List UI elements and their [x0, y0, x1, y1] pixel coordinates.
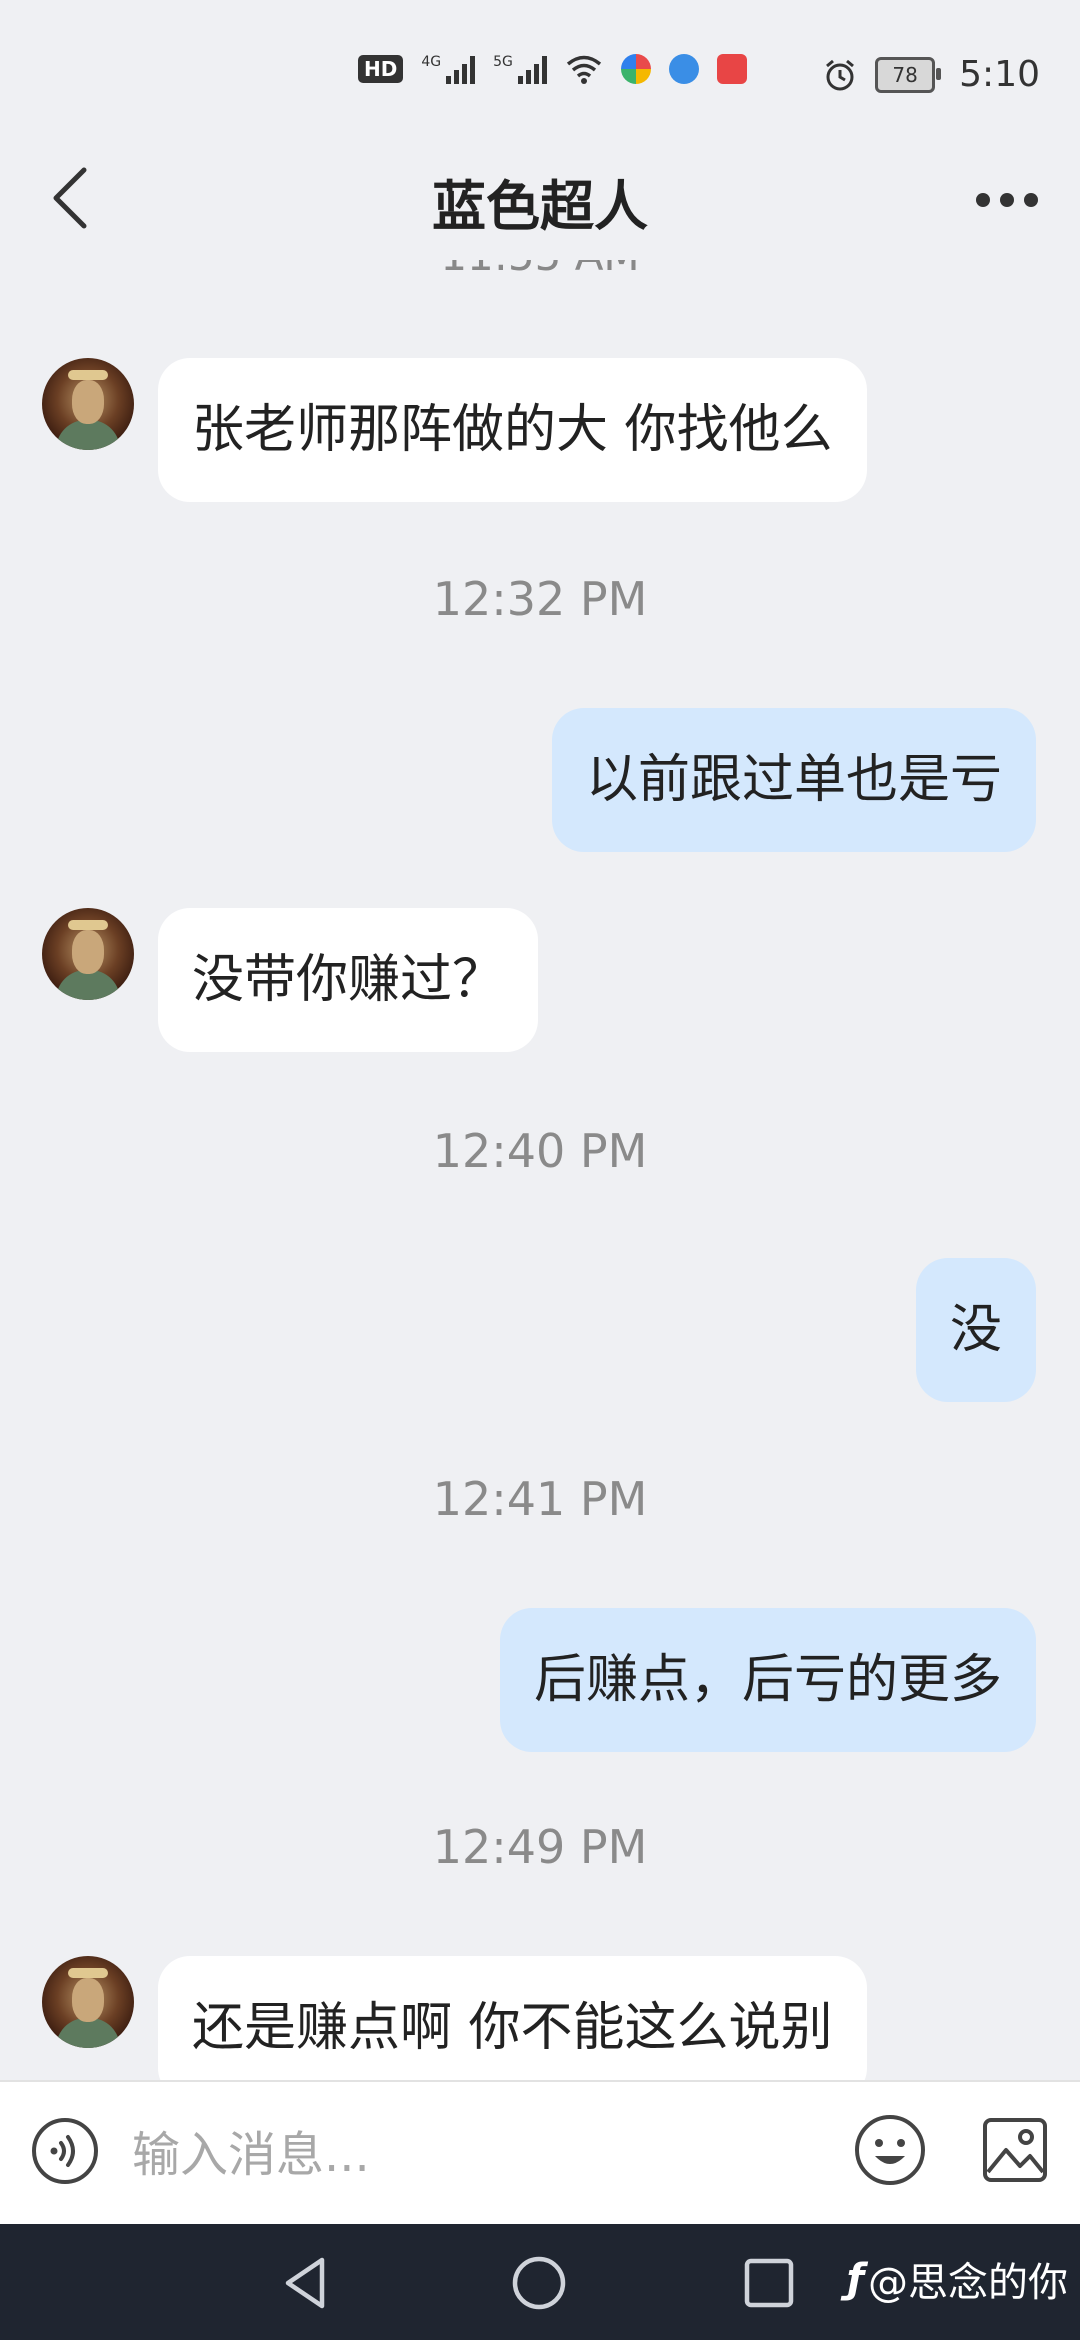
timestamp: 12:40 PM: [432, 1124, 648, 1178]
image-button[interactable]: [980, 2112, 1050, 2188]
nav-recents-button[interactable]: [734, 2248, 804, 2318]
chat-title: 蓝色超人: [432, 175, 648, 238]
triangle-back-icon: [285, 2257, 325, 2309]
book-notification-icon: [716, 54, 747, 84]
partial-timestamp: 11:55 AM: [0, 260, 1080, 276]
message-bubble-received[interactable]: 张老师那阵做的大 你找他么: [158, 358, 867, 502]
voice-icon: [32, 2118, 98, 2184]
chat-screen: HD 4G 5G 78 5:10 蓝色超人 张老师那阵做的大 你找他么 12:3…: [0, 0, 1080, 2340]
contact-avatar[interactable]: [42, 1956, 134, 2048]
input-bar: [0, 2080, 1080, 2226]
timestamp: 12:41 PM: [432, 1472, 648, 1526]
message-bubble-sent[interactable]: 后赚点，后亏的更多: [499, 1608, 1036, 1752]
contact-avatar[interactable]: [42, 358, 134, 450]
more-options-button[interactable]: [962, 160, 1052, 240]
title-bar: 蓝色超人: [0, 140, 1080, 260]
signal-4g-icon: 4G: [421, 54, 476, 84]
timestamp: 12:32 PM: [432, 572, 648, 626]
alarm-icon: [826, 59, 855, 90]
status-bar: HD 4G 5G 78 5:10: [0, 0, 1080, 120]
emoji-icon: [855, 2115, 925, 2185]
voice-button[interactable]: [30, 2116, 100, 2186]
battery-indicator: 78: [875, 56, 942, 93]
nav-home-button[interactable]: [504, 2248, 574, 2318]
timestamp: 12:49 PM: [432, 1820, 648, 1874]
message-bubble-sent[interactable]: 没: [915, 1258, 1036, 1402]
system-nav-bar: ƒ @思念的你: [0, 2224, 1080, 2340]
browser-notification-icon: [668, 54, 699, 84]
message-bubble-sent[interactable]: 以前跟过单也是亏: [551, 708, 1036, 852]
emoji-button[interactable]: [852, 2112, 928, 2188]
status-icons-left: HD 4G 5G: [358, 54, 747, 84]
contact-avatar[interactable]: [42, 908, 134, 1000]
message-bubble-received[interactable]: 没带你赚过？: [158, 908, 539, 1052]
watermark-text: @思念的你: [868, 2260, 1068, 2306]
app-notification-icon: [620, 54, 651, 84]
status-icons-right: 78 5:10: [823, 54, 1040, 95]
nav-back-button[interactable]: [272, 2248, 342, 2318]
image-icon: [983, 2118, 1047, 2182]
circle-home-icon: [512, 2256, 566, 2310]
square-recents-icon: [744, 2258, 794, 2308]
watermark-logo-icon: ƒ: [846, 2256, 864, 2302]
message-bubble-received[interactable]: 还是赚点啊 你不能这么说别: [158, 1956, 867, 2080]
wifi-icon: [566, 55, 601, 84]
watermark: ƒ @思念的你: [847, 2250, 1068, 2308]
message-input[interactable]: [130, 2112, 824, 2198]
more-dots-icon: [976, 193, 990, 207]
message-list[interactable]: 11:55 AM 张老师那阵做的大 你找他么 12:32 PM 以前跟过单也是亏…: [0, 260, 1080, 2080]
hd-badge: HD: [358, 55, 404, 83]
signal-5g-icon: 5G: [493, 54, 547, 84]
clock: 5:10: [959, 54, 1040, 95]
